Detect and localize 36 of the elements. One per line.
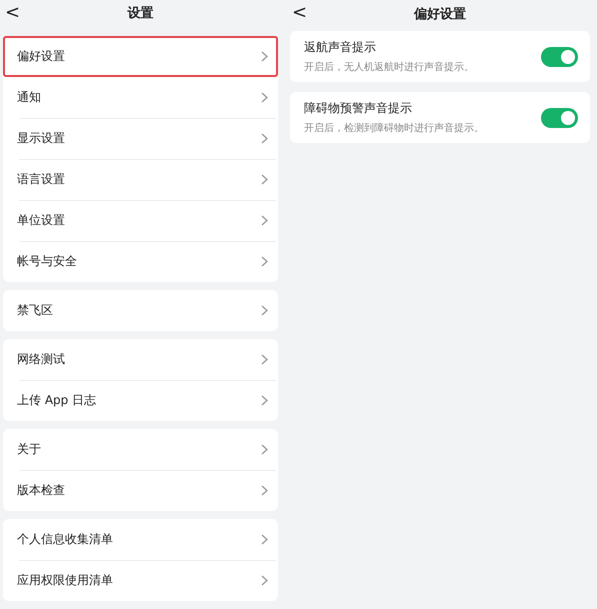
settings-item[interactable]: 禁飞区 <box>3 290 278 331</box>
settings-item[interactable]: 应用权限使用清单 <box>3 560 278 601</box>
chevron-right-icon <box>261 92 268 103</box>
back-button[interactable]: < <box>292 2 308 23</box>
chevron-right-icon <box>261 485 268 496</box>
toggle-switch[interactable] <box>541 108 578 128</box>
settings-item[interactable]: 显示设置 <box>3 118 278 159</box>
toggle-switch[interactable] <box>541 46 578 66</box>
settings-item[interactable]: 语言设置 <box>3 159 278 200</box>
chevron-right-icon <box>261 575 268 586</box>
settings-item[interactable]: 网络测试 <box>3 339 278 380</box>
chevron-right-icon <box>261 534 268 545</box>
chevron-right-icon <box>261 305 268 316</box>
settings-item[interactable]: 个人信息收集清单 <box>3 519 278 560</box>
option-description: 开启后，检测到障碍物时进行声音提示。 <box>304 122 484 135</box>
settings-item[interactable]: 版本检查 <box>3 470 278 511</box>
option-label: 障碍物预警声音提示 <box>304 100 413 117</box>
settings-item[interactable]: 通知 <box>3 77 278 118</box>
settings-item[interactable]: 偏好设置 <box>3 36 278 77</box>
settings-item[interactable]: 帐号与安全 <box>3 241 278 282</box>
chevron-right-icon <box>261 51 268 62</box>
chevron-right-icon <box>261 444 268 455</box>
chevron-right-icon <box>261 354 268 365</box>
chevron-right-icon <box>261 174 268 185</box>
settings-item[interactable]: 关于 <box>3 429 278 470</box>
settings-item[interactable]: 上传 App 日志 <box>3 380 278 421</box>
chevron-right-icon <box>261 256 268 267</box>
screen-title: 偏好设置 <box>414 6 466 22</box>
settings-item[interactable]: 单位设置 <box>3 200 278 241</box>
option-label: 返航声音提示 <box>304 39 377 56</box>
back-button[interactable]: < <box>5 2 20 23</box>
option-description: 开启后，无人机返航时进行声音提示。 <box>304 60 474 74</box>
chevron-right-icon <box>261 395 268 406</box>
chevron-right-icon <box>261 215 268 226</box>
screen-title: 设置 <box>128 5 154 22</box>
chevron-right-icon <box>261 133 268 144</box>
